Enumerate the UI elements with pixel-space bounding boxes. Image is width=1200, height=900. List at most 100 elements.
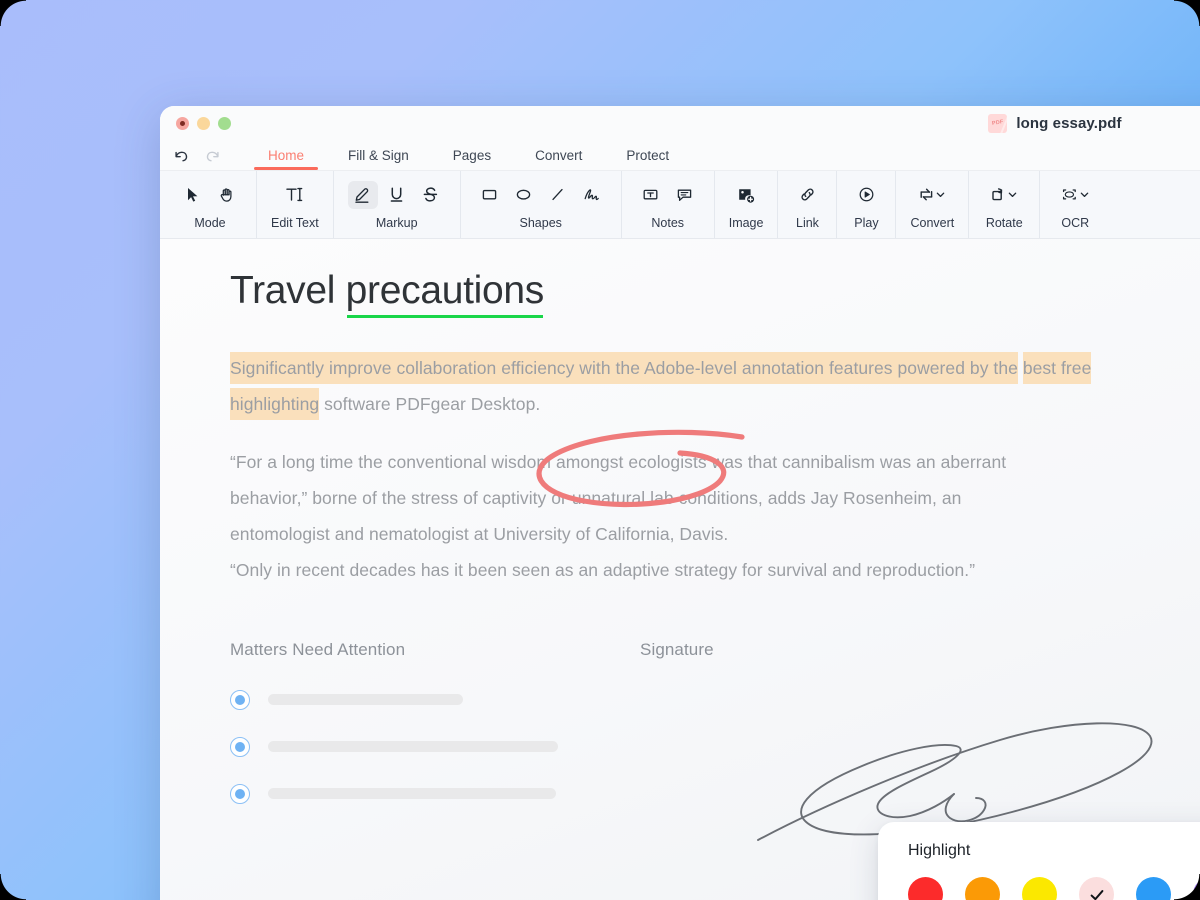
- radio-button[interactable]: [230, 689, 250, 710]
- paragraph-tail: software PDFgear Desktop.: [319, 393, 541, 414]
- list-item[interactable]: [230, 783, 640, 804]
- hand-pan-icon[interactable]: [212, 181, 242, 209]
- toolbar-group-edit-text: Edit Text: [257, 171, 334, 238]
- page-title-plain: Travel: [230, 269, 346, 312]
- pdf-file-icon: PDF: [988, 113, 1008, 133]
- toolbar-group-shapes: Shapes: [461, 171, 622, 238]
- color-swatch-red[interactable]: [908, 877, 943, 900]
- chevron-down-icon: [937, 192, 945, 198]
- radio-button[interactable]: [230, 783, 250, 804]
- toolbar-group-label-convert: Convert: [910, 215, 955, 230]
- close-window-button[interactable]: [176, 116, 189, 130]
- color-swatch-purple[interactable]: [1193, 877, 1200, 900]
- edit-text-icon[interactable]: [274, 181, 316, 209]
- body-line-2: behavior,” borne of the stress of captiv…: [230, 487, 962, 508]
- color-swatch-orange[interactable]: [965, 877, 1000, 900]
- attention-heading: Matters Need Attention: [230, 639, 406, 659]
- highlight-run-one: Significantly improve collaboration effi…: [230, 351, 1018, 384]
- list-item[interactable]: [230, 689, 640, 710]
- maximize-window-button[interactable]: [218, 116, 231, 130]
- radio-button[interactable]: [230, 736, 250, 757]
- toolbar-group-play: Play: [837, 171, 897, 238]
- placeholder-bar: [268, 788, 556, 800]
- app-window: PDF long essay.pdf Home Fill & Sign Page…: [160, 106, 1200, 900]
- toolbar-group-convert: Convert: [896, 171, 970, 238]
- strikethrough-icon[interactable]: [416, 181, 446, 209]
- menu-tab-fill-sign[interactable]: Fill & Sign: [326, 148, 431, 170]
- toolbar-group-mode: Mode: [164, 171, 257, 238]
- toolbar-group-label-ocr: OCR: [1061, 215, 1090, 230]
- rotate-icon[interactable]: [983, 181, 1025, 209]
- pdf-badge-label: PDF: [991, 119, 1005, 127]
- color-swatch-blue[interactable]: [1136, 877, 1171, 900]
- toolbar-group-label-notes: Notes: [651, 215, 685, 230]
- ocr-icon[interactable]: [1054, 181, 1096, 209]
- page-lower-section: Matters Need Attention Signature: [230, 639, 1190, 841]
- redo-icon[interactable]: [204, 146, 222, 164]
- minimize-window-button[interactable]: [197, 116, 210, 130]
- comment-bubble-icon[interactable]: [670, 181, 700, 209]
- menu-bar: Home Fill & Sign Pages Convert Protect: [160, 140, 1200, 171]
- link-chain-icon[interactable]: [792, 181, 822, 209]
- pdf-page-canvas[interactable]: Travel precautions Significantly improve…: [160, 239, 1200, 900]
- play-circle-icon[interactable]: [851, 181, 881, 209]
- toolbar-group-label-rotate: Rotate: [985, 215, 1023, 230]
- toolbar-group-ocr: OCR: [1040, 171, 1110, 238]
- convert-icon[interactable]: [911, 181, 953, 209]
- rectangle-icon[interactable]: [475, 181, 505, 209]
- ribbon-toolbar: Mode Edit Text Markup Shapes Notes Image…: [160, 171, 1200, 239]
- signature-column: Signature: [640, 639, 1190, 841]
- menu-tab-convert[interactable]: Convert: [513, 148, 604, 170]
- chevron-down-icon: [1080, 192, 1089, 198]
- toolbar-group-markup: Markup: [334, 171, 461, 238]
- menu-tab-list: Home Fill & Sign Pages Convert Protect: [246, 148, 691, 170]
- history-buttons: [172, 146, 222, 170]
- highlighted-paragraph: Significantly improve collaboration effi…: [230, 350, 1160, 422]
- checkmark-icon: [1090, 889, 1103, 900]
- chevron-down-icon: [1008, 192, 1017, 198]
- attention-column: Matters Need Attention: [230, 640, 640, 831]
- select-arrow-icon[interactable]: [178, 181, 208, 209]
- menu-tab-home[interactable]: Home: [246, 148, 326, 170]
- document-title-text: long essay.pdf: [1016, 114, 1122, 132]
- text-box-icon[interactable]: [636, 181, 666, 209]
- toolbar-group-rotate: Rotate: [969, 171, 1041, 238]
- underline-icon[interactable]: [382, 181, 412, 209]
- attention-checklist: [230, 689, 640, 804]
- add-image-icon[interactable]: [731, 181, 761, 209]
- signature-heading: Signature: [640, 639, 714, 659]
- toolbar-group-label-link: Link: [796, 215, 819, 230]
- highlight-color-popover[interactable]: Highlight: [878, 822, 1200, 900]
- undo-icon[interactable]: [172, 146, 190, 164]
- page-title-underlined: precautions: [345, 269, 544, 318]
- line-icon[interactable]: [543, 181, 573, 209]
- title-bar: PDF long essay.pdf: [160, 106, 1200, 140]
- body-line-1: “For a long time the conventional wisdom…: [230, 451, 1007, 472]
- placeholder-bar: [268, 694, 463, 706]
- menu-tab-protect[interactable]: Protect: [604, 148, 691, 170]
- color-swatch-yellow[interactable]: [1022, 877, 1057, 900]
- color-swatch-pink[interactable]: [1079, 877, 1114, 900]
- page-corner-bottom-left: [0, 874, 26, 900]
- toolbar-group-label-edit-text: Edit Text: [271, 215, 319, 230]
- toolbar-group-link: Link: [778, 171, 838, 238]
- placeholder-bar: [268, 741, 558, 753]
- page-title: Travel precautions: [230, 269, 544, 318]
- toolbar-group-label-markup: Markup: [375, 215, 418, 230]
- popover-title: Highlight: [908, 842, 971, 859]
- traffic-light-controls: [160, 116, 231, 130]
- list-item[interactable]: [230, 736, 640, 757]
- toolbar-group-label-play: Play: [854, 215, 879, 230]
- document-title: PDF long essay.pdf: [160, 113, 1200, 133]
- toolbar-group-label-image: Image: [728, 215, 764, 230]
- page-corner-top-left: [0, 0, 26, 26]
- body-line-4: “Only in recent decades has it been seen…: [230, 559, 976, 580]
- menu-tab-pages[interactable]: Pages: [431, 148, 513, 170]
- freehand-icon[interactable]: [577, 181, 607, 209]
- body-line-3: entomologist and nematologist at Univers…: [230, 523, 729, 544]
- highlighter-pen-icon[interactable]: [347, 180, 378, 209]
- toolbar-group-label-shapes: Shapes: [519, 215, 562, 230]
- ellipse-icon[interactable]: [509, 181, 539, 209]
- toolbar-group-notes: Notes: [622, 171, 715, 238]
- toolbar-group-label-mode: Mode: [194, 215, 226, 230]
